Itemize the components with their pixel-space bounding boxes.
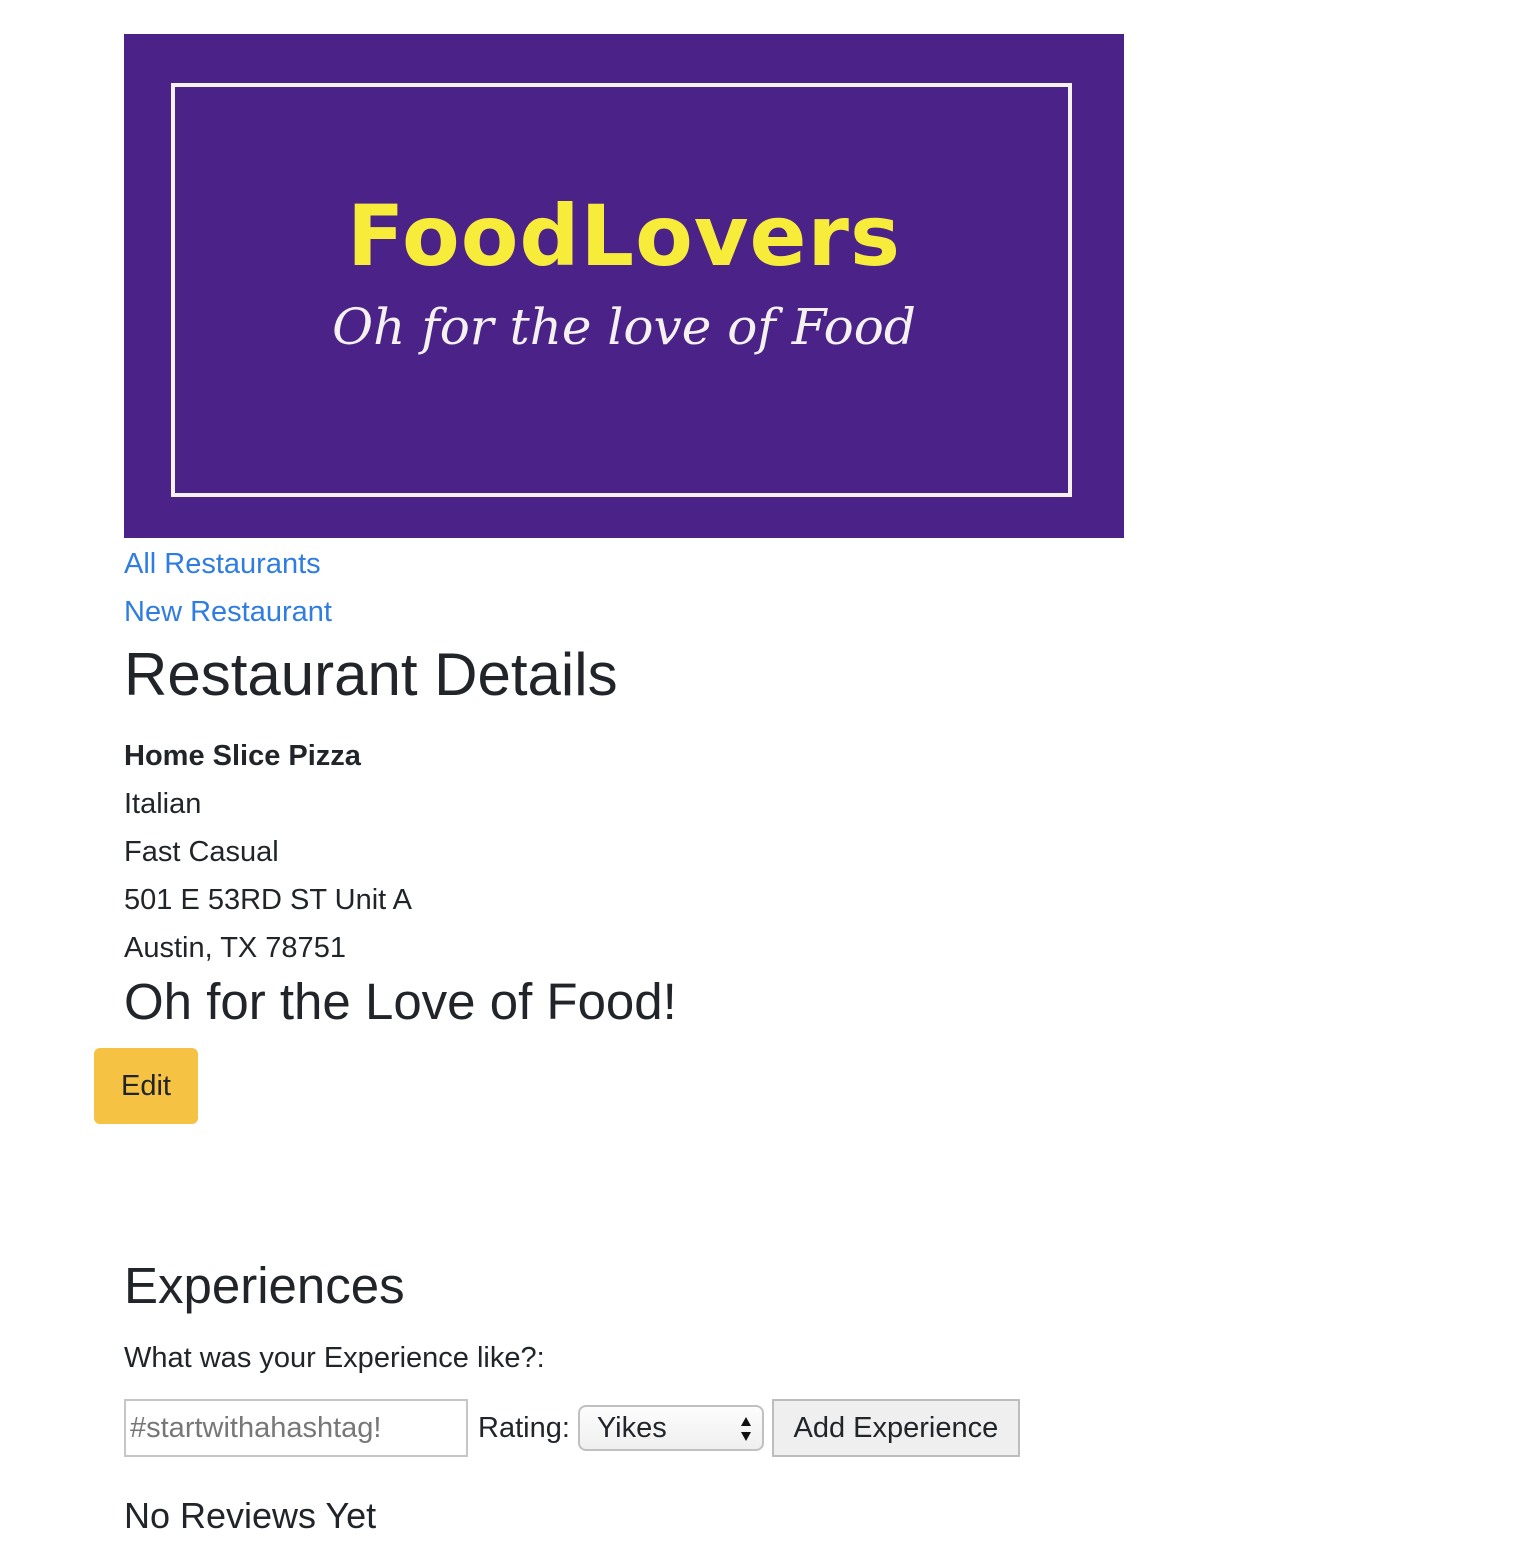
rating-select[interactable]: Yikes (577, 1405, 764, 1451)
restaurant-details: Home Slice Pizza Italian Fast Casual 501… (124, 732, 1224, 972)
banner-frame (171, 83, 1072, 497)
foodlovers-banner-logo: FoodLovers Oh for the love of Food (124, 34, 1124, 538)
experience-input[interactable] (124, 1399, 468, 1457)
restaurant-address-line1: 501 E 53RD ST Unit A (124, 884, 413, 916)
banner-title: FoodLovers (347, 187, 901, 285)
page-title: Restaurant Details (124, 641, 618, 708)
all-restaurants-link[interactable]: All Restaurants (124, 540, 1224, 588)
rating-selected-value: Yikes (596, 1412, 667, 1444)
main-container: FoodLovers Oh for the love of Food All R… (124, 34, 1224, 1032)
no-reviews-message: No Reviews Yet (124, 1495, 377, 1536)
restaurant-slogan: Oh for the Love of Food! (124, 973, 677, 1030)
restaurant-style: Fast Casual (124, 836, 279, 868)
add-experience-button[interactable]: Add Experience (771, 1399, 1020, 1457)
restaurant-cuisine: Italian (124, 788, 202, 820)
restaurant-name: Home Slice Pizza (124, 740, 361, 772)
edit-button[interactable]: Edit (94, 1048, 198, 1124)
nav-links: All Restaurants New Restaurant (124, 540, 1224, 636)
restaurant-address-line2: Austin, TX 78751 (124, 932, 346, 964)
rating-label: Rating: (478, 1411, 570, 1444)
select-arrows-icon (740, 1417, 751, 1441)
experience-form: Rating: Yikes Add Experience (124, 1398, 1224, 1458)
new-restaurant-link[interactable]: New Restaurant (124, 588, 1224, 636)
banner-tagline: Oh for the love of Food (332, 298, 916, 356)
experiences-section: Experiences What was your Experience lik… (124, 1256, 1224, 1538)
experiences-title: Experiences (124, 1257, 405, 1314)
experience-prompt-label: What was your Experience like?: (124, 1342, 545, 1374)
